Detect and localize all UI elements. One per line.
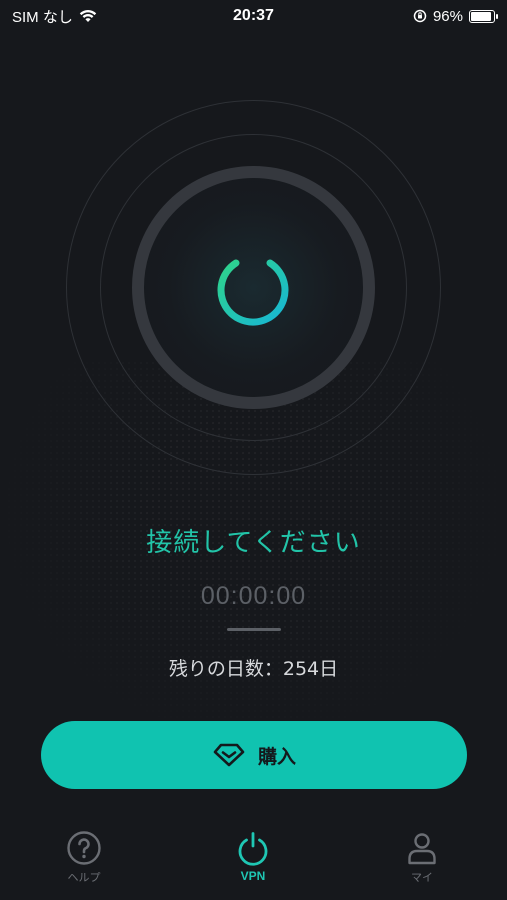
diamond-icon xyxy=(213,743,245,767)
battery-icon xyxy=(469,9,498,23)
carrier-label: SIM なし xyxy=(12,8,73,26)
orientation-lock-icon xyxy=(413,9,427,23)
battery-fill xyxy=(471,11,492,21)
wifi-icon xyxy=(79,10,97,22)
power-icon xyxy=(238,832,268,866)
person-icon xyxy=(408,833,436,865)
tab-my[interactable]: マイ xyxy=(362,830,482,885)
tab-vpn[interactable]: VPN xyxy=(193,830,313,883)
connect-prompt: 接続してください xyxy=(146,528,361,558)
power-icon xyxy=(217,243,289,326)
buy-button-label: 購入 xyxy=(257,745,296,768)
power-area xyxy=(0,100,507,480)
tab-my-label: マイ xyxy=(411,871,433,884)
buy-button[interactable]: 購入 xyxy=(41,721,467,789)
tab-bar: ヘルプ VPN マイ xyxy=(0,830,507,900)
tab-vpn-label: VPN xyxy=(240,869,266,883)
status-bar: SIM なし 20:37 96% xyxy=(0,0,507,32)
question-icon xyxy=(67,831,101,865)
power-button[interactable] xyxy=(203,237,303,337)
status-bar-right: 96% xyxy=(413,7,498,25)
tab-help[interactable]: ヘルプ xyxy=(24,830,144,885)
connection-timer: 00:00:00 xyxy=(200,582,307,610)
status-bar-left: SIM なし xyxy=(12,6,97,27)
battery-percent: 96% xyxy=(432,7,463,25)
tab-help-label: ヘルプ xyxy=(67,871,101,884)
timer-divider xyxy=(227,628,281,631)
remaining-days: 残りの日数：254日 xyxy=(168,658,339,680)
